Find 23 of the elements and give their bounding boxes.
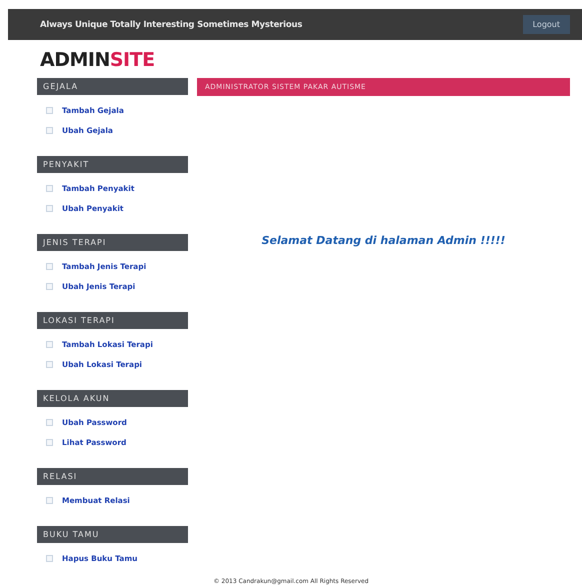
bullet-icon <box>46 126 53 134</box>
section-header: PENYAKIT <box>37 156 188 173</box>
tagline: Always Unique Totally Interesting Sometimes Mysterious <box>40 20 302 30</box>
section-header: BUKU TAMU <box>37 526 188 543</box>
bullet-icon <box>46 496 53 504</box>
bullet-icon <box>46 418 53 426</box>
bullet-icon <box>46 262 53 270</box>
section-header: KELOLA AKUN <box>37 390 188 407</box>
bullet-icon <box>46 554 53 562</box>
section-header: JENIS TERAPI <box>37 234 188 251</box>
bullet-icon <box>46 204 53 212</box>
bullet-icon <box>46 340 53 348</box>
bullet-icon <box>46 438 53 446</box>
bullet-icon <box>46 106 53 114</box>
bullet-icon <box>46 282 53 290</box>
site-logo: ADMINSITE <box>40 48 156 73</box>
bullet-icon <box>46 360 53 368</box>
bullet-icon <box>46 184 53 192</box>
section-header: LOKASI TERAPI <box>37 312 188 329</box>
logout-button[interactable]: Logout <box>522 15 570 34</box>
welcome-message: Selamat Datang di halaman Admin !!!!! <box>260 234 506 247</box>
section-header: GEJALA <box>37 78 188 95</box>
section-header: RELASI <box>37 468 188 485</box>
